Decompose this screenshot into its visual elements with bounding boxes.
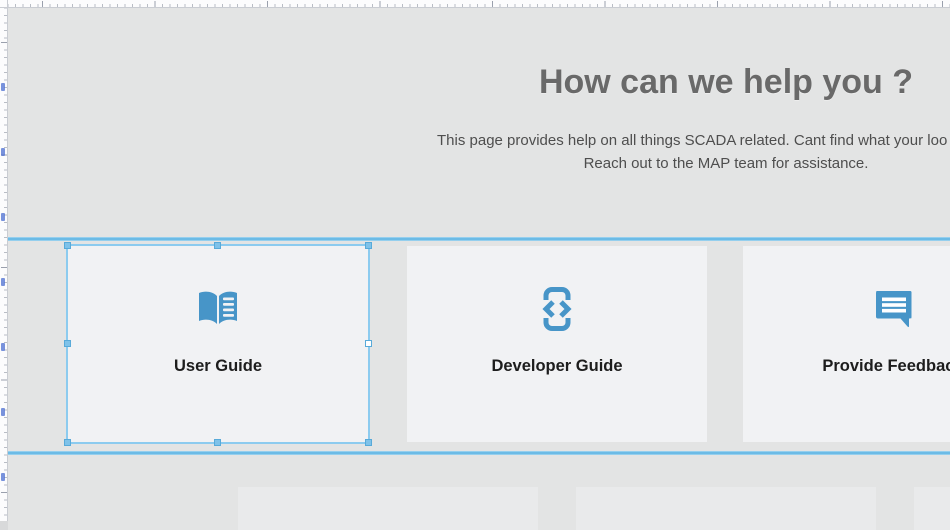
row-divider-top — [8, 237, 950, 241]
ruler-end-cap — [0, 521, 8, 530]
ruler-number-mark — [1, 408, 5, 416]
page-subtext-line1[interactable]: This page provides help on all things SC… — [437, 131, 947, 151]
ruler-corner — [0, 0, 8, 8]
ruler-number-mark — [1, 213, 5, 221]
card-label: Provide Feedback — [743, 354, 950, 378]
vertical-ruler — [0, 8, 8, 530]
partial-card[interactable] — [238, 487, 538, 530]
resize-handle-right[interactable] — [365, 340, 372, 347]
selection-outline — [66, 244, 370, 444]
card-user-guide[interactable]: User Guide — [68, 246, 368, 442]
page-subtext-line2[interactable]: Reach out to the MAP team for assistance… — [584, 154, 869, 174]
resize-handle-bottom-right[interactable] — [365, 439, 372, 446]
resize-handle-top-left[interactable] — [64, 242, 71, 249]
design-canvas[interactable]: How can we help you ? This page provides… — [8, 8, 950, 530]
resize-handle-top[interactable] — [214, 242, 221, 249]
card-developer-guide[interactable]: Developer Guide — [407, 246, 707, 442]
partial-card[interactable] — [914, 487, 950, 530]
partial-card[interactable] — [576, 487, 876, 530]
feedback-bubble-icon — [743, 288, 950, 330]
resize-handle-bottom[interactable] — [214, 439, 221, 446]
card-provide-feedback[interactable]: Provide Feedback — [743, 246, 950, 442]
ruler-number-mark — [1, 148, 5, 156]
resize-handle-left[interactable] — [64, 340, 71, 347]
help-page: How can we help you ? This page provides… — [8, 8, 950, 530]
mobile-code-icon — [407, 288, 707, 330]
card-label: Developer Guide — [407, 354, 707, 378]
horizontal-ruler — [8, 0, 950, 8]
ruler-number-mark — [1, 83, 5, 91]
page-heading[interactable]: How can we help you ? — [539, 62, 913, 102]
resize-handle-bottom-left[interactable] — [64, 439, 71, 446]
row-divider-bottom — [8, 451, 950, 455]
ruler-number-mark — [1, 278, 5, 286]
ruler-number-mark — [1, 473, 5, 481]
ruler-number-mark — [1, 343, 5, 351]
resize-handle-top-right[interactable] — [365, 242, 372, 249]
